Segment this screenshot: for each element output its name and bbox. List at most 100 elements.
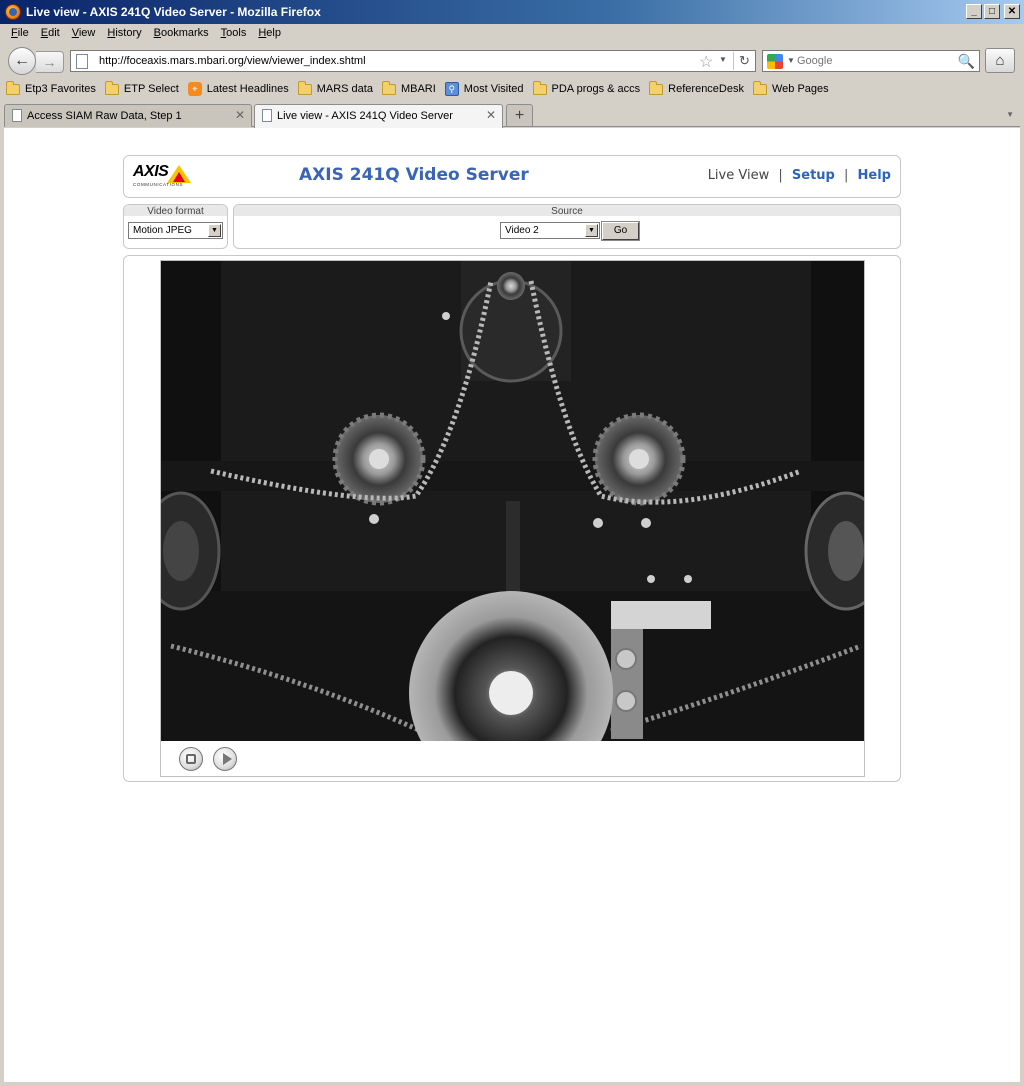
url-bar[interactable]: http://foceaxis.mars.mbari.org/view/view… — [70, 50, 756, 72]
video-format-select[interactable]: Motion JPEG ▼ — [128, 222, 223, 239]
bookmark-label: MBARI — [400, 83, 436, 95]
folder-icon — [649, 80, 664, 95]
header-panel: AXIS COMMUNICATIONS AXIS 241Q Video Serv… — [123, 155, 901, 198]
video-panel — [123, 255, 901, 782]
chevron-down-icon[interactable]: ▼ — [585, 224, 598, 237]
maximize-button[interactable]: □ — [984, 4, 1000, 19]
bookmark-label: Most Visited — [463, 83, 524, 95]
play-button[interactable] — [213, 747, 237, 771]
bookmark-star-icon[interactable]: ☆ — [699, 52, 713, 72]
window-title: Live view - AXIS 241Q Video Server - Moz… — [26, 5, 321, 19]
menu-help[interactable]: Help — [253, 24, 286, 44]
tab-label: Access SIAM Raw Data, Step 1 — [27, 110, 182, 122]
smart-folder-icon: ⚲ — [444, 82, 459, 96]
bookmark-etp3-favorites[interactable]: Etp3 Favorites — [6, 80, 96, 95]
menu-bookmarks[interactable]: Bookmarks — [149, 24, 214, 44]
tab-list-dropdown-icon[interactable]: ▼ — [1006, 110, 1014, 119]
window-titlebar[interactable]: Live view - AXIS 241Q Video Server - Moz… — [0, 0, 1024, 24]
back-button[interactable]: ← — [8, 47, 36, 75]
logo-wordmark: AXIS — [133, 163, 169, 180]
stop-button[interactable] — [179, 747, 203, 771]
tab-close-icon[interactable]: ✕ — [235, 108, 245, 122]
folder-icon — [381, 80, 396, 95]
tab-close-icon[interactable]: ✕ — [486, 108, 496, 122]
page-icon — [76, 54, 88, 69]
setup-link[interactable]: Setup — [792, 168, 835, 183]
tab-label: Live view - AXIS 241Q Video Server — [277, 110, 453, 122]
menu-file[interactable]: File — [6, 24, 34, 44]
source-panel: Source Video 2 ▼ Go — [233, 204, 901, 249]
link-separator: | — [778, 168, 783, 183]
menu-view-accel: V — [71, 27, 79, 39]
player-controls — [179, 747, 237, 771]
bookmark-mars-data[interactable]: MARS data — [297, 80, 373, 95]
page-icon — [12, 109, 22, 122]
video-frame-image — [161, 261, 864, 741]
bookmark-label: MARS data — [316, 83, 373, 95]
bookmark-label: PDA progs & accs — [551, 83, 641, 95]
menu-help-label: elp — [266, 27, 281, 39]
menu-edit-accel: E — [40, 27, 49, 39]
video-format-value: Motion JPEG — [133, 225, 192, 236]
tab-strip: Access SIAM Raw Data, Step 1 ✕ Live view… — [0, 102, 1024, 128]
page-icon — [262, 109, 272, 122]
go-button[interactable]: Go — [602, 222, 639, 240]
source-value: Video 2 — [505, 225, 539, 236]
search-bar[interactable]: ▼ 🔍 — [762, 50, 980, 72]
minimize-button[interactable]: _ — [966, 4, 982, 19]
source-select[interactable]: Video 2 ▼ — [500, 222, 600, 239]
menu-edit-label: dit — [48, 27, 60, 39]
bookmark-etp-select[interactable]: ETP Select — [104, 80, 179, 95]
navigation-toolbar: ← → http://foceaxis.mars.mbari.org/view/… — [0, 44, 1024, 76]
menu-bar: File Edit View History Bookmarks Tools H… — [0, 24, 1024, 44]
bookmark-label: Latest Headlines — [206, 83, 289, 95]
logo-subtext: COMMUNICATIONS — [133, 182, 184, 187]
bookmark-web-pages[interactable]: Web Pages — [753, 80, 829, 95]
help-link[interactable]: Help — [858, 168, 891, 183]
bookmark-mbari[interactable]: MBARI — [381, 80, 436, 95]
axis-logo[interactable]: AXIS COMMUNICATIONS — [133, 163, 195, 189]
reload-icon[interactable]: ↻ — [733, 52, 755, 70]
folder-icon — [104, 80, 119, 95]
new-tab-button[interactable]: + — [506, 104, 533, 127]
tab-live-view[interactable]: Live view - AXIS 241Q Video Server ✕ — [254, 104, 503, 128]
menu-view[interactable]: View — [67, 24, 101, 44]
bookmark-label: ETP Select — [123, 83, 179, 95]
link-separator: | — [844, 168, 849, 183]
bookmark-most-visited[interactable]: ⚲ Most Visited — [444, 82, 524, 96]
bookmark-latest-headlines[interactable]: ⌖ Latest Headlines — [187, 82, 289, 96]
folder-icon — [297, 80, 312, 95]
tab-access-siam[interactable]: Access SIAM Raw Data, Step 1 ✕ — [4, 104, 252, 127]
bookmarks-toolbar: Etp3 Favorites ETP Select ⌖ Latest Headli… — [0, 78, 1024, 100]
menu-bookmarks-accel: B — [153, 27, 161, 39]
live-video-feed[interactable] — [161, 261, 864, 741]
folder-icon — [6, 80, 20, 95]
menu-edit[interactable]: Edit — [36, 24, 65, 44]
url-history-dropdown-icon[interactable]: ▼ — [719, 55, 727, 64]
menu-file-accel: F — [11, 27, 18, 39]
bookmark-label: ReferenceDesk — [668, 83, 744, 95]
forward-button[interactable]: → — [36, 51, 64, 73]
window-frame-right — [1020, 24, 1024, 1086]
folder-icon — [753, 80, 767, 95]
search-engine-dropdown-icon[interactable]: ▼ — [787, 56, 795, 65]
search-input[interactable] — [797, 53, 957, 69]
folder-icon — [532, 80, 547, 95]
google-icon[interactable] — [767, 54, 783, 69]
menu-history[interactable]: History — [102, 24, 146, 44]
video-format-legend: Video format — [124, 205, 227, 217]
search-icon[interactable]: 🔍 — [958, 53, 975, 70]
bookmark-pda-progs[interactable]: PDA progs & accs — [532, 80, 641, 95]
url-text[interactable]: http://foceaxis.mars.mbari.org/view/view… — [99, 55, 366, 67]
home-icon[interactable]: ⌂ — [985, 48, 1015, 73]
close-button[interactable]: ✕ — [1004, 4, 1020, 19]
chevron-down-icon[interactable]: ▼ — [208, 224, 221, 237]
bookmark-referencedesk[interactable]: ReferenceDesk — [649, 80, 744, 95]
top-navigation: Live View | Setup | Help — [708, 168, 891, 183]
video-format-panel: Video format Motion JPEG ▼ — [123, 204, 228, 249]
logo-triangle-inner-icon — [173, 172, 185, 182]
menu-tools[interactable]: Tools — [216, 24, 252, 44]
rss-icon: ⌖ — [187, 82, 202, 96]
window-frame-left — [0, 24, 4, 1086]
page-content: AXIS COMMUNICATIONS AXIS 241Q Video Serv… — [4, 128, 1020, 1082]
